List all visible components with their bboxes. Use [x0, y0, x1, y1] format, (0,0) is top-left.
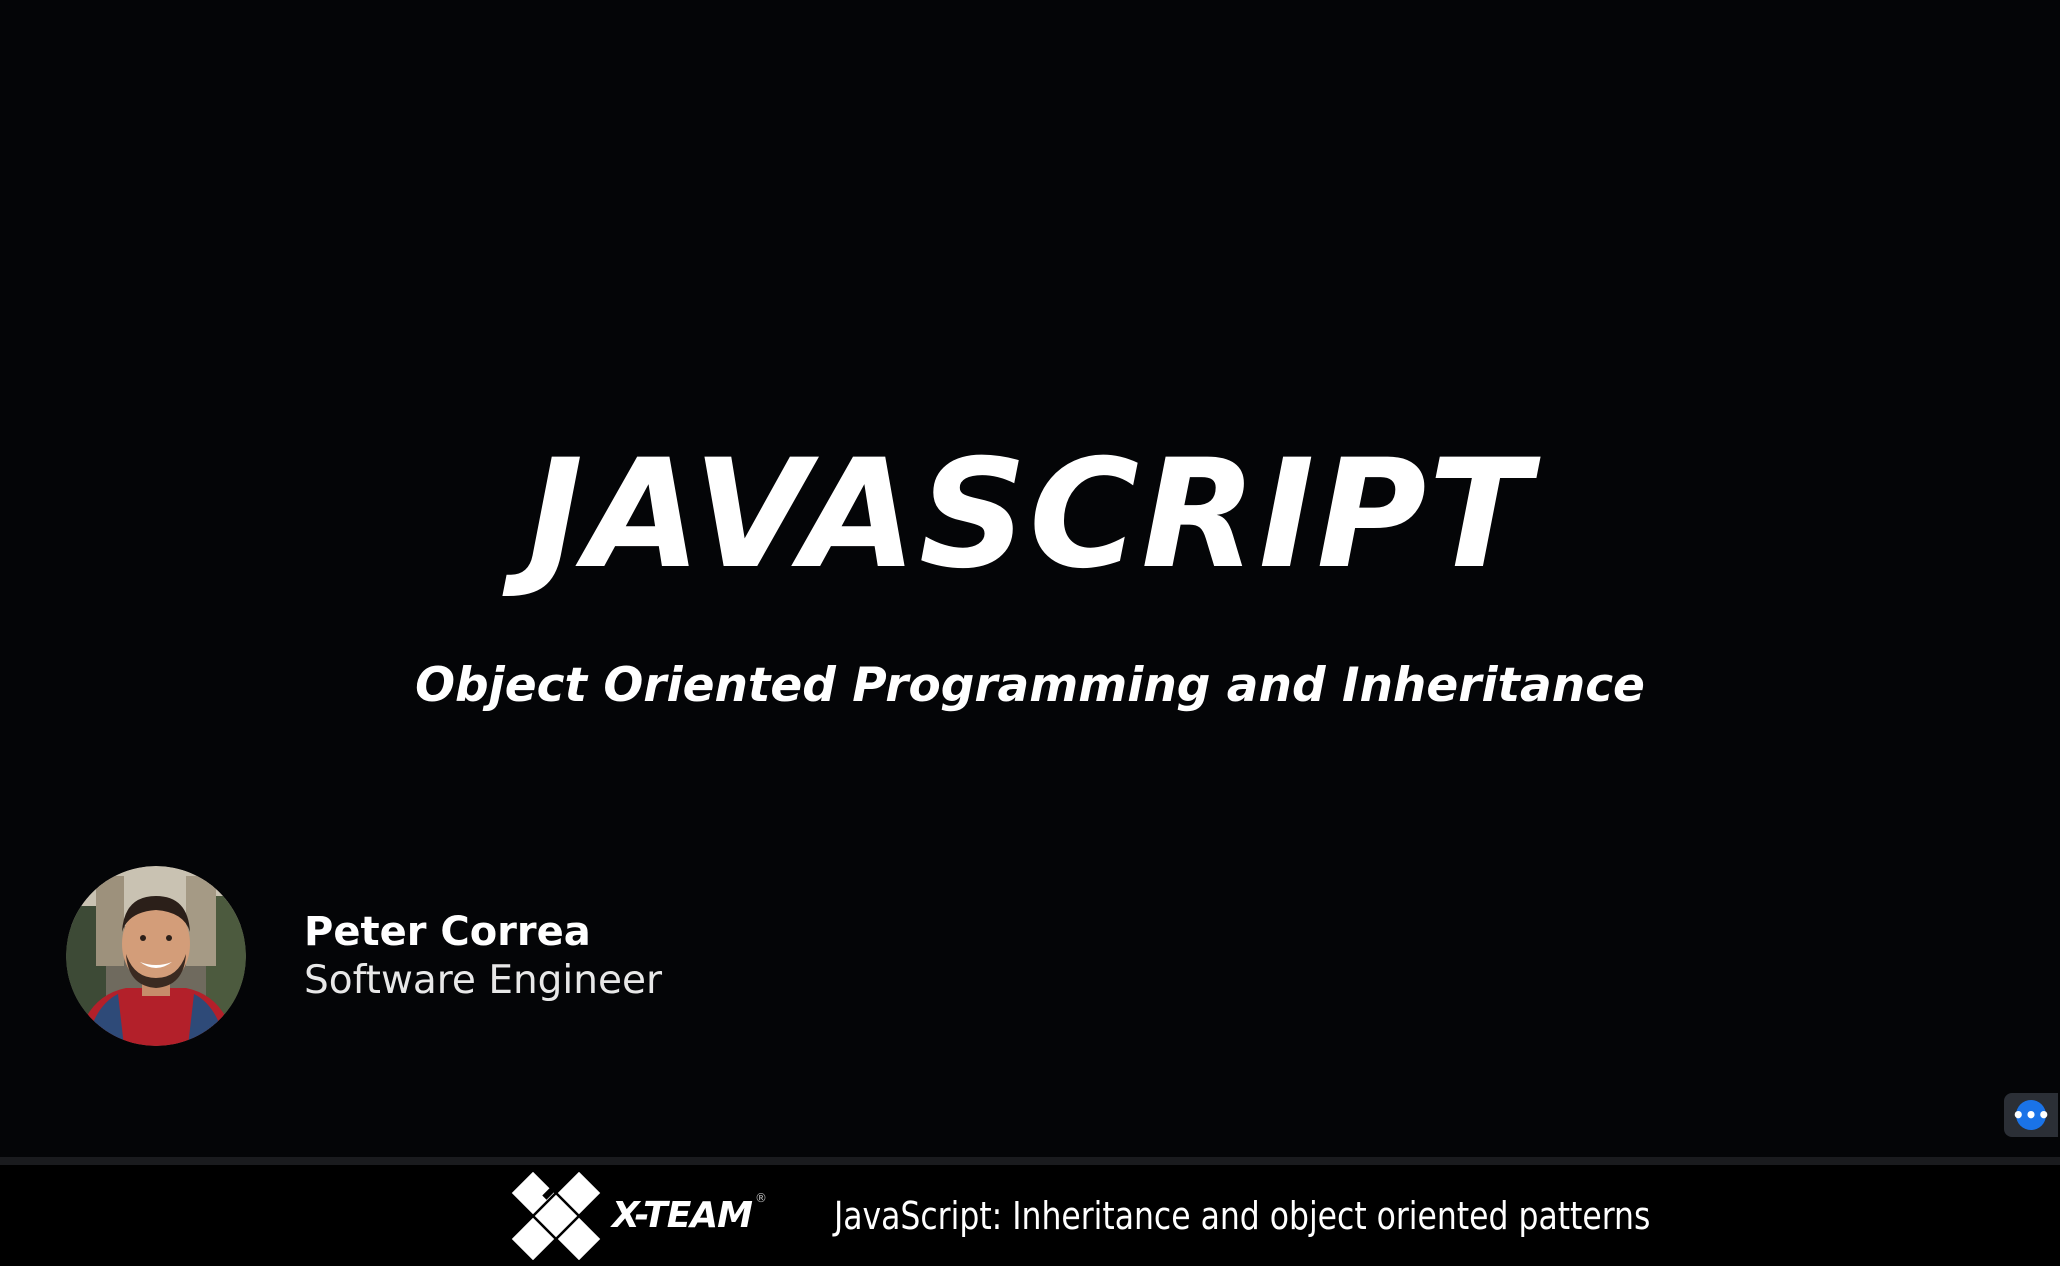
x-team-logo: X-TEAM ®: [508, 1165, 767, 1266]
video-title: JavaScript: Inheritance and object orien…: [834, 1193, 1651, 1238]
presenter-avatar: [66, 866, 246, 1046]
presenter-card: Peter Correa Software Engineer: [66, 866, 866, 1048]
presenter-name: Peter Correa: [304, 909, 591, 955]
registered-mark: ®: [754, 1191, 767, 1205]
x-team-wordmark: X-TEAM ®: [612, 1191, 767, 1236]
x-team-logo-mark-icon: [511, 1171, 601, 1260]
logo-text: X-TEAM: [612, 1195, 753, 1236]
presentation-slide: JAVASCRIPT Object Oriented Programming a…: [0, 0, 2060, 1157]
video-frame: JAVASCRIPT Object Oriented Programming a…: [0, 0, 2060, 1266]
banner-divider: [0, 1157, 2060, 1165]
slide-title: JAVASCRIPT: [527, 428, 1533, 602]
presenter-photo: [66, 866, 246, 1046]
presenter-role: Software Engineer: [304, 958, 663, 1003]
video-caption-banner: X-TEAM ® JavaScript: Inheritance and obje…: [0, 1165, 2060, 1266]
slide-subtitle: Object Oriented Programming and Inherita…: [415, 658, 1645, 713]
chat-options-button[interactable]: •••: [2004, 1093, 2058, 1137]
more-dots-icon: •••: [2012, 1100, 2050, 1130]
